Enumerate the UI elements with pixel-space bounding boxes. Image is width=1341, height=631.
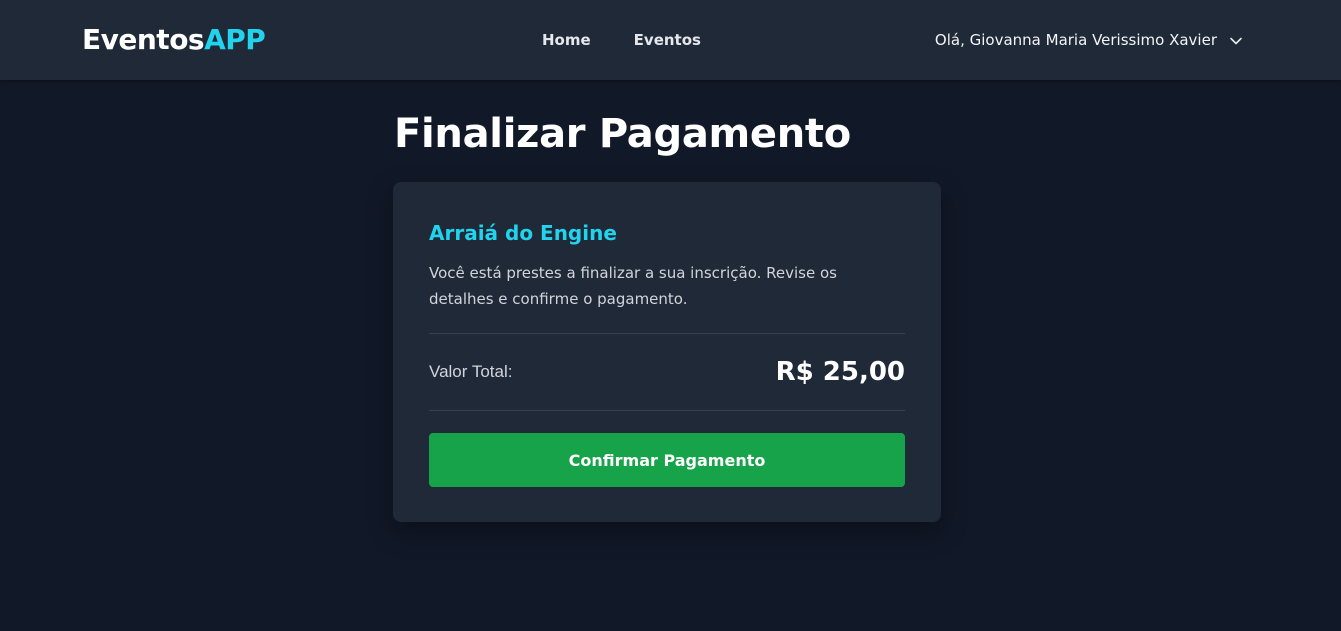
main-nav: Home Eventos (542, 29, 701, 51)
event-name: Arraiá do Engine (429, 221, 617, 245)
brand-logo-accent: APP (204, 23, 266, 56)
page-title: Finalizar Pagamento (394, 111, 851, 157)
top-navbar: EventosAPP Home Eventos Olá, Giovanna Ma… (0, 0, 1341, 80)
total-label: Valor Total: (429, 362, 513, 381)
confirm-payment-button[interactable]: Confirmar Pagamento (429, 433, 905, 487)
nav-link-home[interactable]: Home (542, 29, 591, 51)
user-menu[interactable]: Olá, Giovanna Maria Verissimo Xavier (935, 29, 1243, 51)
divider (429, 410, 905, 411)
nav-link-eventos[interactable]: Eventos (634, 29, 701, 51)
payment-card: Arraiá do Engine Você está prestes a fin… (393, 182, 941, 522)
chevron-down-icon[interactable] (1229, 33, 1243, 47)
brand-logo-main: Eventos (82, 23, 205, 56)
event-description: Você está prestes a finalizar a sua insc… (429, 264, 837, 308)
user-greeting: Olá, Giovanna Maria Verissimo Xavier (934, 31, 1217, 49)
total-row: Valor Total: R$ 25,00 (429, 334, 905, 410)
brand-logo[interactable]: EventosAPP (82, 20, 266, 60)
total-value: R$ 25,00 (775, 357, 905, 387)
